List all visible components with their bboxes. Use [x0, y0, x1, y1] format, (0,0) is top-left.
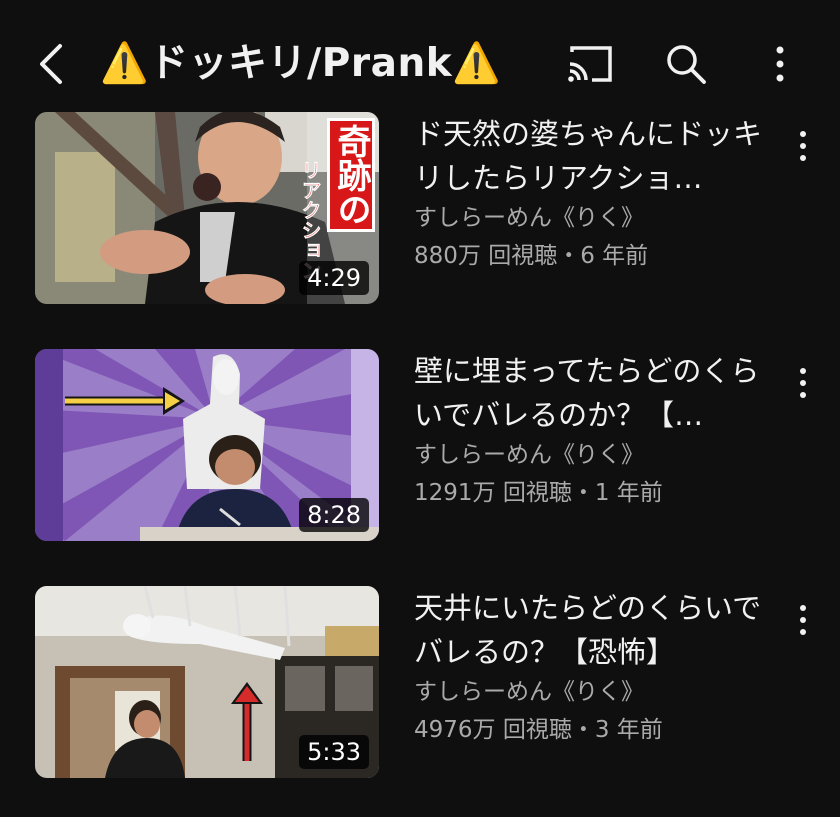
video-item[interactable]: 奇跡の リアクション 4:29 ド天然の婆ちゃんにドッキリしたらリアクショ… す…: [0, 112, 840, 312]
thumbnail-caption-1: 奇跡の: [327, 118, 375, 232]
video-duration-badge: 8:28: [299, 498, 369, 532]
separator: ・: [557, 243, 581, 269]
more-vertical-icon: [800, 368, 806, 398]
cast-icon: [568, 46, 612, 82]
video-options-button[interactable]: [790, 126, 816, 166]
more-vertical-icon: [776, 46, 784, 82]
video-options-button[interactable]: [790, 363, 816, 403]
playlist-title: ⚠️ドッキリ/Prank⚠️: [100, 41, 502, 86]
video-duration-badge: 4:29: [299, 261, 369, 295]
upload-age: 6 年前: [580, 243, 649, 269]
view-count: 1291万 回視聴: [414, 480, 572, 506]
channel-name[interactable]: すしらーめん《りく》: [414, 202, 780, 234]
video-thumbnail[interactable]: 8:28: [35, 349, 379, 541]
cast-button[interactable]: [566, 42, 614, 86]
video-duration-badge: 5:33: [299, 735, 369, 769]
view-count: 880万 回視聴: [414, 243, 558, 269]
video-title[interactable]: 壁に埋まってたらどのくらいでバレるのか？【…: [414, 349, 780, 437]
more-vertical-icon: [800, 605, 806, 635]
search-button[interactable]: [662, 42, 710, 86]
video-item[interactable]: 5:33 天井にいたらどのくらいでバレるの？【恐怖】 すしらーめん《りく》 49…: [0, 586, 840, 786]
video-stats: 1291万 回視聴・1 年前: [414, 477, 780, 509]
video-thumbnail[interactable]: 5:33: [35, 586, 379, 778]
upload-age: 1 年前: [594, 480, 663, 506]
back-arrow-icon: [40, 44, 62, 84]
upload-age: 3 年前: [594, 717, 663, 743]
channel-name[interactable]: すしらーめん《りく》: [414, 439, 780, 471]
video-meta: 壁に埋まってたらどのくらいでバレるのか？【… すしらーめん《りく》 1291万 …: [414, 349, 780, 509]
channel-name[interactable]: すしらーめん《りく》: [414, 676, 780, 708]
back-button[interactable]: [34, 40, 74, 88]
video-item[interactable]: 8:28 壁に埋まってたらどのくらいでバレるのか？【… すしらーめん《りく》 1…: [0, 349, 840, 549]
video-options-button[interactable]: [790, 600, 816, 640]
separator: ・: [571, 717, 595, 743]
search-icon: [667, 45, 706, 84]
more-vertical-icon: [800, 131, 806, 161]
video-thumbnail[interactable]: 奇跡の リアクション 4:29: [35, 112, 379, 304]
more-options-button[interactable]: [762, 42, 798, 86]
separator: ・: [571, 480, 595, 506]
video-title[interactable]: ド天然の婆ちゃんにドッキリしたらリアクショ…: [414, 112, 780, 200]
view-count: 4976万 回視聴: [414, 717, 572, 743]
app-header: ⚠️ドッキリ/Prank⚠️: [0, 0, 840, 120]
video-meta: ド天然の婆ちゃんにドッキリしたらリアクショ… すしらーめん《りく》 880万 回…: [414, 112, 780, 272]
video-meta: 天井にいたらどのくらいでバレるの？【恐怖】 すしらーめん《りく》 4976万 回…: [414, 586, 780, 746]
video-stats: 880万 回視聴・6 年前: [414, 240, 780, 272]
video-stats: 4976万 回視聴・3 年前: [414, 714, 780, 746]
video-title[interactable]: 天井にいたらどのくらいでバレるの？【恐怖】: [414, 586, 780, 674]
